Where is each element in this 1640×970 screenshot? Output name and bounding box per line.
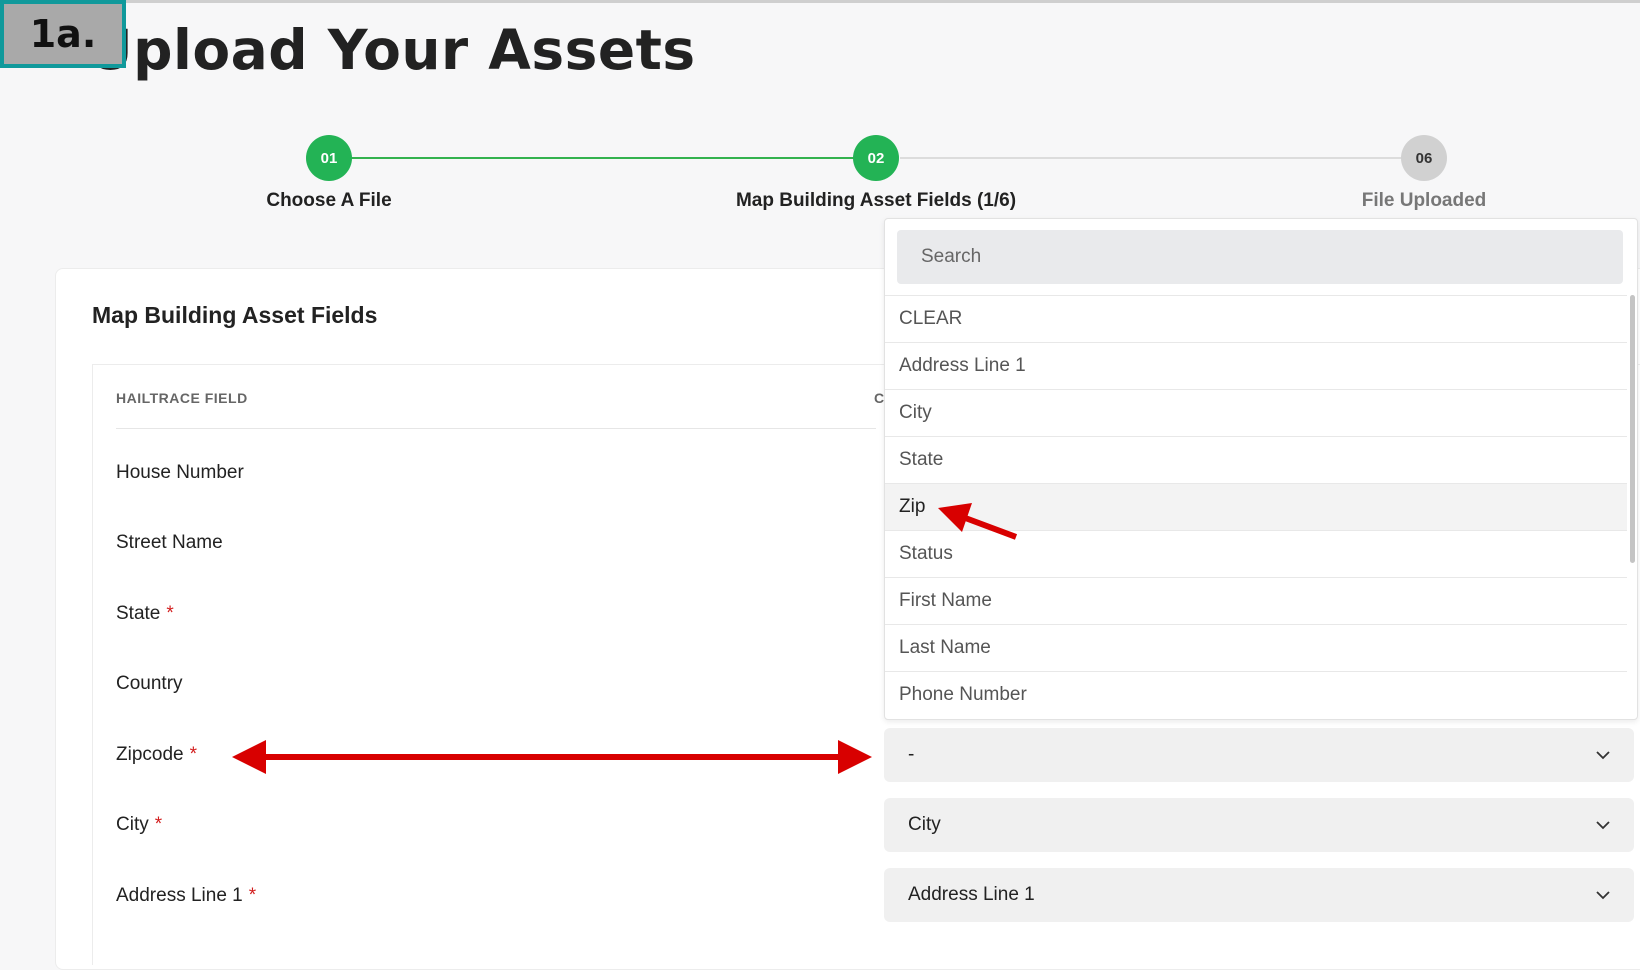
step-1-label: Choose A File bbox=[266, 190, 392, 211]
search-input[interactable] bbox=[897, 230, 1623, 284]
step-2-label: Map Building Asset Fields (1/6) bbox=[735, 190, 1017, 211]
stepper-progress-line bbox=[350, 157, 858, 159]
step-1-circle: 01 bbox=[306, 135, 352, 181]
zipcode-select-value: - bbox=[908, 744, 915, 765]
top-border bbox=[0, 0, 1640, 3]
zipcode-select[interactable]: - bbox=[884, 728, 1634, 782]
card-title: Map Building Asset Fields bbox=[92, 302, 378, 328]
address-line-1-select[interactable]: Address Line 1 bbox=[884, 868, 1634, 922]
page-title: Upload Your Assets bbox=[88, 18, 696, 82]
dropdown-scrollbar[interactable] bbox=[1630, 295, 1635, 563]
option-status[interactable]: Status bbox=[885, 530, 1627, 577]
option-last-name[interactable]: Last Name bbox=[885, 624, 1627, 671]
field-label-city: City * bbox=[116, 814, 163, 835]
option-clear[interactable]: CLEAR bbox=[885, 295, 1627, 342]
step-2-circle: 02 bbox=[853, 135, 899, 181]
option-phone-number[interactable]: Phone Number bbox=[885, 671, 1627, 718]
option-zip[interactable]: Zip bbox=[885, 483, 1627, 530]
required-asterisk: * bbox=[166, 603, 174, 624]
field-label-house-number: House Number bbox=[116, 462, 244, 483]
required-asterisk: * bbox=[154, 814, 163, 835]
field-options-dropdown: CLEAR Address Line 1 City State Zip Stat… bbox=[884, 218, 1638, 720]
city-select-value: City bbox=[908, 814, 941, 835]
chevron-down-icon bbox=[1596, 888, 1610, 902]
step-3-circle: 06 bbox=[1401, 135, 1447, 181]
header-divider bbox=[116, 428, 876, 429]
step-badge: 1a. bbox=[0, 0, 126, 68]
field-label-street-name: Street Name bbox=[116, 532, 223, 553]
stepper-pending-line bbox=[900, 157, 1402, 159]
column-header-hailtrace-field: HAILTRACE FIELD bbox=[116, 390, 248, 406]
field-label-zipcode: Zipcode * bbox=[116, 744, 198, 765]
option-state[interactable]: State bbox=[885, 436, 1627, 483]
option-city[interactable]: City bbox=[885, 389, 1627, 436]
required-asterisk: * bbox=[189, 744, 198, 765]
column-header-csv-field: C bbox=[874, 390, 885, 406]
step-3-label: File Uploaded bbox=[1361, 190, 1487, 211]
option-first-name[interactable]: First Name bbox=[885, 577, 1627, 624]
required-asterisk: * bbox=[248, 885, 257, 906]
option-address-line-1[interactable]: Address Line 1 bbox=[885, 342, 1627, 389]
city-select[interactable]: City bbox=[884, 798, 1634, 852]
field-label-address-line-1: Address Line 1 * bbox=[116, 885, 257, 906]
address-line-1-select-value: Address Line 1 bbox=[908, 884, 1035, 905]
field-label-state: State * bbox=[116, 603, 174, 624]
chevron-down-icon bbox=[1596, 818, 1610, 832]
chevron-down-icon bbox=[1596, 748, 1610, 762]
field-label-country: Country bbox=[116, 673, 183, 694]
